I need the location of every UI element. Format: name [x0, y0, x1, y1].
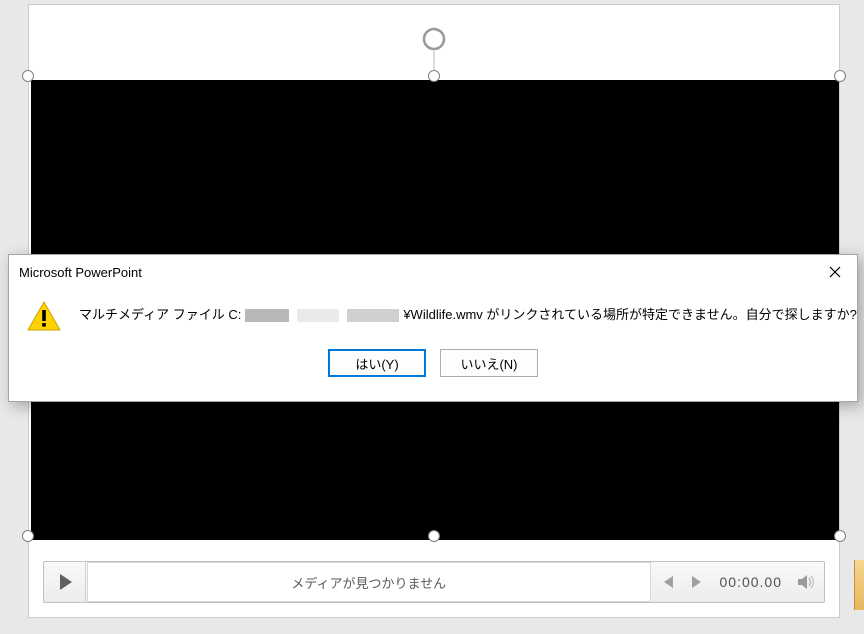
redacted-path-segment	[347, 309, 399, 322]
media-control-bar: メディアが見つかりません 00:00.00	[43, 561, 825, 603]
selection-handle[interactable]	[428, 530, 440, 542]
rotation-handle-icon[interactable]	[420, 25, 448, 53]
time-display: 00:00.00	[720, 574, 783, 590]
play-button[interactable]	[44, 561, 86, 603]
message-prefix: マルチメディア ファイル C:	[79, 307, 241, 322]
redacted-path-segment	[297, 309, 339, 322]
dialog-button-row: はい(Y) いいえ(N)	[9, 339, 857, 391]
play-icon	[60, 574, 72, 590]
selection-handle[interactable]	[22, 70, 34, 82]
warning-icon	[27, 301, 61, 331]
close-icon	[829, 266, 841, 278]
media-track[interactable]: メディアが見つかりません	[87, 562, 651, 602]
selection-handle[interactable]	[428, 70, 440, 82]
selection-handle[interactable]	[834, 70, 846, 82]
message-filename: ¥Wildlife.wmv	[403, 307, 482, 322]
no-button[interactable]: いいえ(N)	[440, 349, 538, 377]
triangle-right-icon	[692, 576, 701, 588]
yes-button-label: はい(Y)	[355, 354, 398, 373]
alert-dialog: Microsoft PowerPoint マルチメディア ファイル C: ¥Wil…	[8, 254, 858, 402]
volume-button[interactable]	[796, 572, 816, 592]
redacted-path-segment	[245, 309, 289, 322]
selection-handle[interactable]	[22, 530, 34, 542]
dialog-message: マルチメディア ファイル C: ¥Wildlife.wmv がリンクされている場所…	[79, 301, 857, 325]
dialog-titlebar[interactable]: Microsoft PowerPoint	[9, 255, 857, 289]
side-panel-sliver	[854, 560, 864, 610]
skip-forward-button[interactable]	[688, 576, 706, 588]
selection-handle[interactable]	[834, 530, 846, 542]
dialog-title: Microsoft PowerPoint	[19, 265, 142, 280]
yes-button[interactable]: はい(Y)	[328, 349, 426, 377]
skip-back-button[interactable]	[660, 576, 678, 588]
no-button-label: いいえ(N)	[460, 354, 517, 373]
dialog-body: マルチメディア ファイル C: ¥Wildlife.wmv がリンクされている場所…	[9, 289, 857, 339]
media-controls-right: 00:00.00	[652, 572, 825, 592]
triangle-left-icon	[664, 576, 673, 588]
close-button[interactable]	[813, 255, 857, 289]
media-track-message: メディアが見つかりません	[291, 573, 446, 592]
message-suffix: がリンクされている場所が特定できません。自分で探しますか?	[483, 307, 857, 322]
